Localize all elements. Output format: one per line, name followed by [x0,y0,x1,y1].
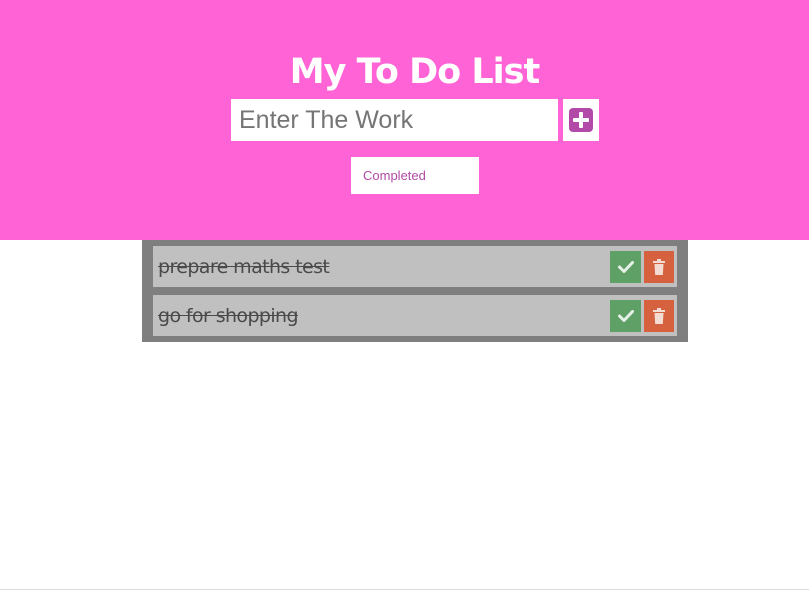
todo-item: go for shopping [153,295,677,336]
check-icon [617,310,634,322]
trash-icon [653,308,665,324]
todo-item: prepare maths test [153,246,677,287]
delete-button[interactable] [644,300,674,332]
todo-item-text: go for shopping [158,305,299,327]
add-todo-button[interactable] [563,99,599,141]
page-title: My To Do List [289,52,540,92]
todo-input[interactable] [231,99,558,141]
todo-list: prepare maths test go for shopping [142,240,688,342]
filter-select[interactable]: Completed [351,157,479,194]
todo-item-text: prepare maths test [158,256,330,278]
delete-button[interactable] [644,251,674,283]
trash-icon [653,259,665,275]
header: My To Do List Completed [0,0,809,240]
filter-selected-value: Completed [363,168,426,183]
complete-button[interactable] [610,300,641,332]
plus-square-icon [569,108,593,132]
complete-button[interactable] [610,251,641,283]
check-icon [617,261,634,273]
divider [0,589,809,590]
